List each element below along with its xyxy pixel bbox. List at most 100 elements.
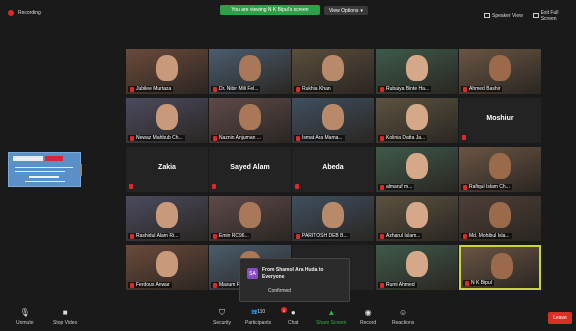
record-dot-icon — [8, 10, 14, 16]
participant-tile[interactable]: Emin RC96... — [209, 196, 291, 241]
participant-tile[interactable]: Jubilee Murtaza — [126, 49, 208, 94]
participant-name-text: Azharul Islam... — [386, 233, 421, 239]
screen-share-banner: You are viewing N K Bipul's screen — [220, 5, 320, 15]
participant-tile[interactable]: Rukhia Khan — [292, 49, 374, 94]
record-button[interactable]: ◉ Record — [360, 308, 376, 326]
participant-name-text: Rafiqul Islam Ch... — [469, 184, 510, 190]
participant-name-text: PARITOSH DEB B... — [302, 233, 348, 239]
speaker-view-icon — [484, 13, 490, 18]
participant-name-text: Ahmed Bashir — [469, 86, 501, 92]
mic-muted-icon — [463, 184, 467, 190]
exit-fullscreen-icon — [533, 13, 539, 18]
mic-muted-icon — [213, 86, 217, 92]
participant-tile[interactable]: Md. Mohibul Isla... — [459, 196, 541, 241]
reactions-button[interactable]: ☺ Reactions — [392, 308, 414, 326]
participant-name: Moshiur — [486, 115, 514, 122]
shared-slide-line — [15, 167, 73, 168]
chat-notification[interactable]: SA From Shamol Ara Huda to Everyone Conf… — [239, 258, 350, 302]
participant-name: N K Bipul — [463, 280, 494, 286]
chat-message: Confirmed — [268, 288, 292, 294]
participant-tile[interactable]: Ahmed Bashir — [459, 49, 541, 94]
security-button[interactable]: ⛉ Security — [213, 308, 231, 326]
participant-name: almaruf m... — [378, 184, 415, 190]
shield-icon: ⛉ — [219, 308, 226, 317]
participant-tile[interactable]: Sayed Alam — [209, 147, 291, 192]
participant-tile[interactable]: Newaz Mahbub Ch... — [126, 98, 208, 143]
shared-slide-line — [15, 171, 65, 172]
mic-muted-icon — [130, 86, 134, 92]
chat-button[interactable]: ● Chat — [288, 308, 299, 326]
sender-avatar: SA — [247, 268, 258, 279]
participant-name: Ahmed Bashir — [461, 86, 503, 92]
participant-name-text: Rukhia Khan — [302, 86, 331, 92]
participant-tile[interactable]: Rumi Ahmed — [376, 245, 458, 290]
participant-name-text: Md. Mohibul Isla... — [469, 233, 510, 239]
participant-name: Azharul Islam... — [378, 233, 423, 239]
shared-screen-thumbnail[interactable] — [8, 152, 81, 187]
chat-badge: 2 — [281, 307, 287, 313]
participant-tile[interactable]: PARITOSH DEB B... — [292, 196, 374, 241]
participant-tile[interactable]: Rubaiya Binte Ha... — [376, 49, 458, 94]
participant-face — [406, 55, 428, 81]
exit-fullscreen-button[interactable]: Exit Full Screen — [530, 10, 576, 22]
participant-face — [489, 202, 511, 228]
record-icon: ◉ — [364, 308, 372, 317]
mic-muted-icon — [463, 233, 467, 239]
microphone-muted-icon: 🎙 — [19, 308, 30, 317]
participant-name: Rafiqul Islam Ch... — [461, 184, 512, 190]
participant-name-text: Jubilee Murtaza — [136, 86, 172, 92]
participant-tile[interactable]: Azharul Islam... — [376, 196, 458, 241]
participant-tile[interactable]: Ferdous Anwar — [126, 245, 208, 290]
participant-tile[interactable]: almaruf m... — [376, 147, 458, 192]
mic-muted-icon — [380, 184, 384, 190]
mic-muted-icon — [296, 135, 300, 141]
participant-tile[interactable]: N K Bipul — [459, 245, 541, 290]
participant-tile[interactable]: Dr. Nibir Mili Fel... — [209, 49, 291, 94]
share-screen-button[interactable]: ▲ Share Screen — [316, 308, 347, 326]
participant-tile[interactable]: Naznin Anjuman ... — [209, 98, 291, 143]
reactions-label: Reactions — [392, 320, 415, 326]
leave-button[interactable]: Leave — [548, 312, 572, 324]
participants-button[interactable]: 👥 110 Participants — [245, 308, 271, 326]
participant-face — [491, 253, 513, 279]
speaker-view-button[interactable]: Speaker View — [481, 11, 526, 20]
participant-name: Dr. Nibir Mili Fel... — [211, 86, 261, 92]
participant-name: Jubilee Murtaza — [128, 86, 174, 92]
chat-label: Chat — [288, 320, 299, 326]
participant-tile[interactable]: Moshiur — [459, 98, 541, 143]
share-screen-label: Share Screen — [316, 320, 347, 326]
view-options-label: View Options — [329, 7, 359, 14]
mic-muted-icon — [380, 86, 384, 92]
participant-tile[interactable]: Rafiqul Islam Ch... — [459, 147, 541, 192]
participant-tile[interactable]: Ismat Ara Mama... — [292, 98, 374, 143]
mic-muted-icon — [462, 135, 466, 140]
participant-tile[interactable]: Abeda — [292, 147, 374, 192]
unmute-button[interactable]: 🎙 Unmute — [16, 308, 34, 326]
participant-face — [239, 202, 261, 228]
participant-name: Emin RC96... — [211, 233, 251, 239]
participant-tile[interactable]: Zakia — [126, 147, 208, 192]
participant-name-text: N K Bipul — [471, 280, 492, 286]
participant-tile[interactable]: Kolinia Datta Ja... — [376, 98, 458, 143]
recording-label: Recording — [18, 10, 41, 16]
panel-drag-handle[interactable] — [80, 164, 82, 176]
mic-muted-icon — [295, 184, 299, 189]
stop-video-button[interactable]: ■ Stop Video — [53, 308, 77, 326]
participant-face — [156, 104, 178, 130]
speaker-view-label: Speaker View — [492, 12, 523, 19]
recording-indicator[interactable]: Recording — [8, 10, 41, 16]
chevron-down-icon: ▾ — [360, 7, 363, 14]
mic-muted-icon — [130, 135, 134, 141]
participant-face — [406, 153, 428, 179]
top-bar: Recording You are viewing N K Bipul's sc… — [0, 0, 576, 22]
mic-muted-icon — [380, 135, 384, 141]
participant-face — [156, 202, 178, 228]
participant-tile[interactable]: Rashidul Alam Ri... — [126, 196, 208, 241]
mic-muted-icon — [380, 282, 384, 288]
participants-icon: 👥 110 — [250, 309, 266, 315]
shared-slide-line — [25, 181, 65, 182]
participant-name: Ismat Ara Mama... — [294, 135, 345, 141]
mic-muted-icon — [213, 282, 217, 288]
view-options-button[interactable]: View Options ▾ — [324, 6, 368, 15]
participant-name: Naznin Anjuman ... — [211, 135, 263, 141]
